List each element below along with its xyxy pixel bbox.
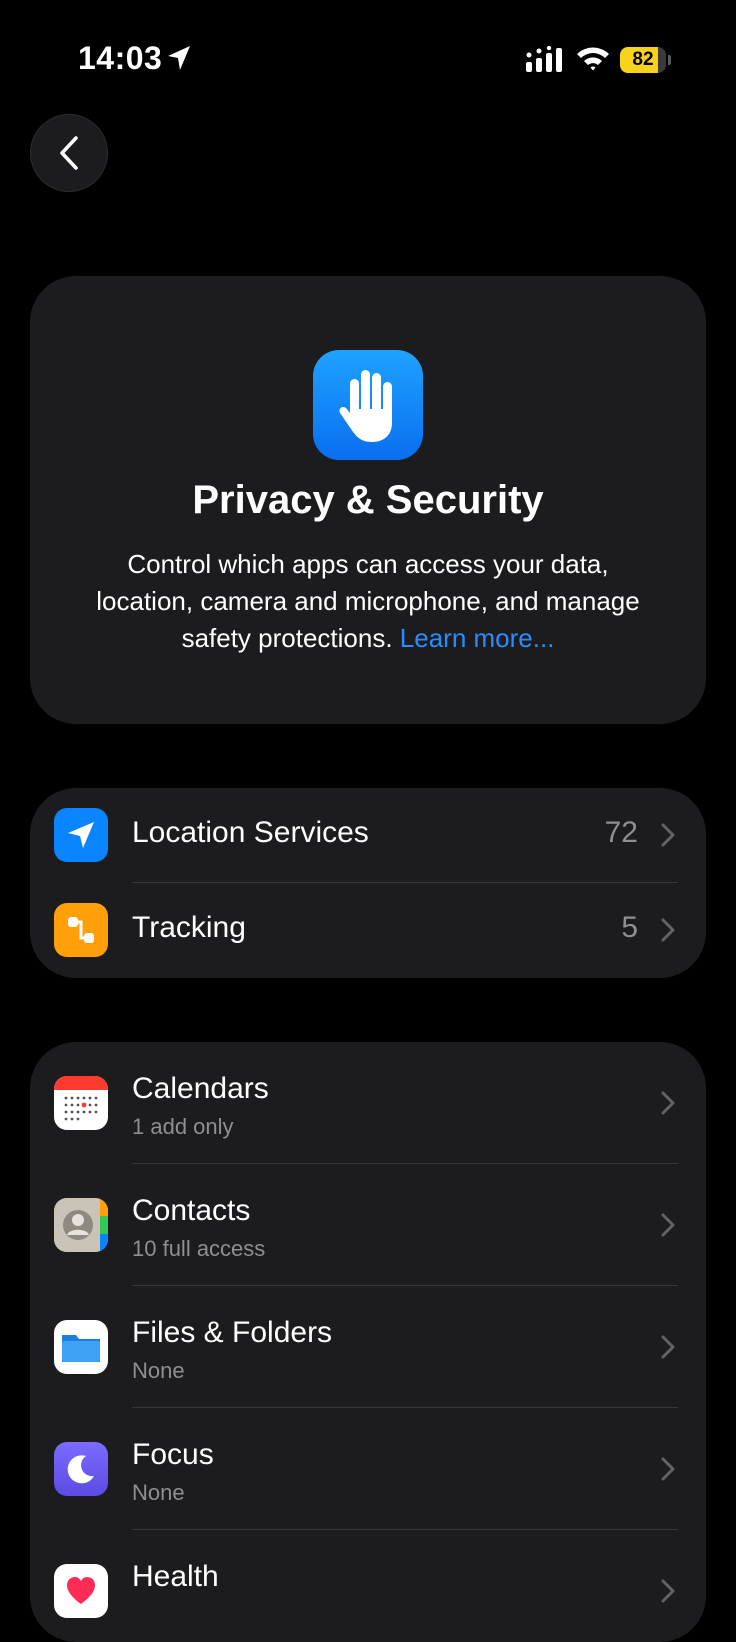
row-value: 72 bbox=[604, 816, 638, 849]
description-text: Control which apps can access your data,… bbox=[96, 549, 640, 653]
row-subtitle: None bbox=[132, 1480, 185, 1505]
list-item-calendars[interactable]: Calendars 1 add only bbox=[30, 1042, 706, 1164]
list-item-contacts[interactable]: Contacts 10 full access bbox=[30, 1164, 706, 1286]
battery-percentage: 82 bbox=[632, 49, 654, 70]
row-label: Contacts bbox=[132, 1194, 251, 1227]
battery-indicator: 82 bbox=[620, 47, 671, 73]
row-label: Tracking bbox=[132, 911, 246, 944]
learn-more-link[interactable]: Learn more... bbox=[400, 623, 555, 653]
chevron-right-icon bbox=[661, 823, 675, 847]
back-button[interactable] bbox=[30, 114, 108, 192]
list-item-files-folders[interactable]: Files & Folders None bbox=[30, 1286, 706, 1408]
status-time: 14:03 bbox=[78, 40, 163, 76]
settings-group-location: Location Services 72 Tracking 5 bbox=[30, 788, 706, 978]
row-subtitle: 10 full access bbox=[132, 1236, 266, 1261]
list-item-location-services[interactable]: Location Services 72 bbox=[30, 788, 706, 882]
tracking-icon bbox=[54, 903, 108, 957]
settings-group-permissions: Calendars 1 add only Contacts 10 full ac… bbox=[30, 1042, 706, 1642]
folder-icon bbox=[54, 1320, 108, 1374]
chevron-right-icon bbox=[661, 918, 675, 942]
calendar-icon bbox=[54, 1076, 108, 1130]
wifi-icon bbox=[577, 47, 609, 71]
chevron-right-icon bbox=[661, 1213, 675, 1237]
list-item-health[interactable]: Health bbox=[30, 1530, 706, 1642]
page-description: Control which apps can access your data,… bbox=[90, 546, 646, 657]
row-label: Health bbox=[132, 1560, 219, 1593]
row-label: Calendars bbox=[132, 1072, 269, 1105]
contacts-icon bbox=[54, 1198, 108, 1252]
chevron-right-icon bbox=[661, 1457, 675, 1481]
chevron-right-icon bbox=[661, 1579, 675, 1603]
page-title: Privacy & Security bbox=[192, 478, 544, 522]
chevron-right-icon bbox=[661, 1091, 675, 1115]
list-item-tracking[interactable]: Tracking 5 bbox=[30, 883, 706, 978]
row-label: Files & Folders bbox=[132, 1316, 333, 1349]
list-item-focus[interactable]: Focus None bbox=[30, 1408, 706, 1530]
chevron-right-icon bbox=[661, 1335, 675, 1359]
row-label: Location Services bbox=[132, 816, 369, 849]
cellular-signal-icon bbox=[526, 46, 562, 72]
row-subtitle: 1 add only bbox=[132, 1114, 234, 1139]
moon-icon bbox=[54, 1442, 108, 1496]
status-bar: 14:03 82 bbox=[0, 0, 736, 120]
location-arrow-icon bbox=[168, 46, 190, 70]
chevron-left-icon bbox=[60, 136, 78, 170]
privacy-header-card: Privacy & Security Control which apps ca… bbox=[30, 276, 706, 724]
raised-hand-icon bbox=[313, 350, 423, 460]
row-value: 5 bbox=[621, 911, 638, 944]
location-arrow-icon bbox=[54, 808, 108, 862]
row-label: Focus bbox=[132, 1438, 214, 1471]
heart-icon bbox=[54, 1564, 108, 1618]
row-subtitle: None bbox=[132, 1358, 185, 1383]
